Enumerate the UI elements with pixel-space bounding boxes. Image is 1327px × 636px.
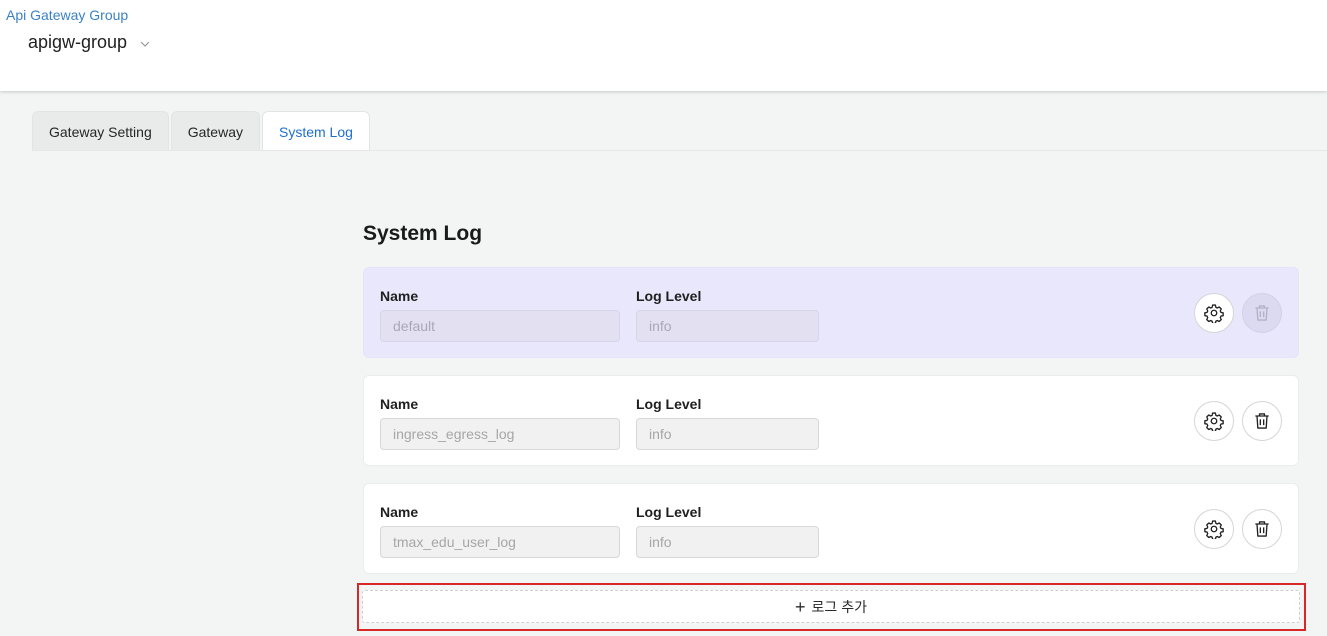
tab-gateway-setting[interactable]: Gateway Setting <box>32 111 169 151</box>
trash-icon <box>1255 413 1269 429</box>
trash-icon <box>1255 521 1269 537</box>
name-label: Name <box>380 504 419 520</box>
delete-button[interactable] <box>1242 293 1282 333</box>
trash-icon <box>1255 305 1269 321</box>
page-header: Api Gateway Group apigw-group <box>0 0 1327 91</box>
log-level-field[interactable]: info <box>636 526 819 558</box>
log-card[interactable]: Name Log Level ingress_egress_log info <box>363 375 1299 466</box>
name-label: Name <box>380 396 419 412</box>
name-label: Name <box>380 288 419 304</box>
chevron-down-icon <box>139 37 151 49</box>
settings-button[interactable] <box>1194 293 1234 333</box>
plus-icon: + <box>795 596 806 617</box>
tab-gateway[interactable]: Gateway <box>170 111 260 151</box>
group-selector[interactable]: apigw-group <box>28 32 151 53</box>
name-field[interactable]: ingress_egress_log <box>380 418 620 450</box>
name-field[interactable]: default <box>380 310 620 342</box>
log-level-label: Log Level <box>636 396 702 412</box>
settings-button[interactable] <box>1194 401 1234 441</box>
settings-button[interactable] <box>1194 509 1234 549</box>
gear-icon <box>1204 520 1224 539</box>
log-card[interactable]: Name Log Level tmax_edu_user_log info <box>363 483 1299 574</box>
gear-icon <box>1204 304 1224 323</box>
section-title: System Log <box>363 222 483 245</box>
gear-icon <box>1204 412 1224 431</box>
tab-system-log[interactable]: System Log <box>261 111 370 151</box>
add-log-button[interactable]: + 로그 추가 <box>362 590 1300 623</box>
log-level-field[interactable]: info <box>636 418 819 450</box>
log-level-label: Log Level <box>636 504 702 520</box>
delete-button[interactable] <box>1242 509 1282 549</box>
group-name: apigw-group <box>28 32 128 52</box>
log-level-label: Log Level <box>636 288 702 304</box>
tab-divider <box>32 150 1327 151</box>
log-level-field[interactable]: info <box>636 310 819 342</box>
tab-bar: Gateway Setting Gateway System Log <box>32 111 370 151</box>
name-field[interactable]: tmax_edu_user_log <box>380 526 620 558</box>
add-log-label: 로그 추가 <box>811 598 867 615</box>
log-card[interactable]: Name Log Level default info <box>363 267 1299 358</box>
delete-button[interactable] <box>1242 401 1282 441</box>
breadcrumb[interactable]: Api Gateway Group <box>6 7 128 23</box>
